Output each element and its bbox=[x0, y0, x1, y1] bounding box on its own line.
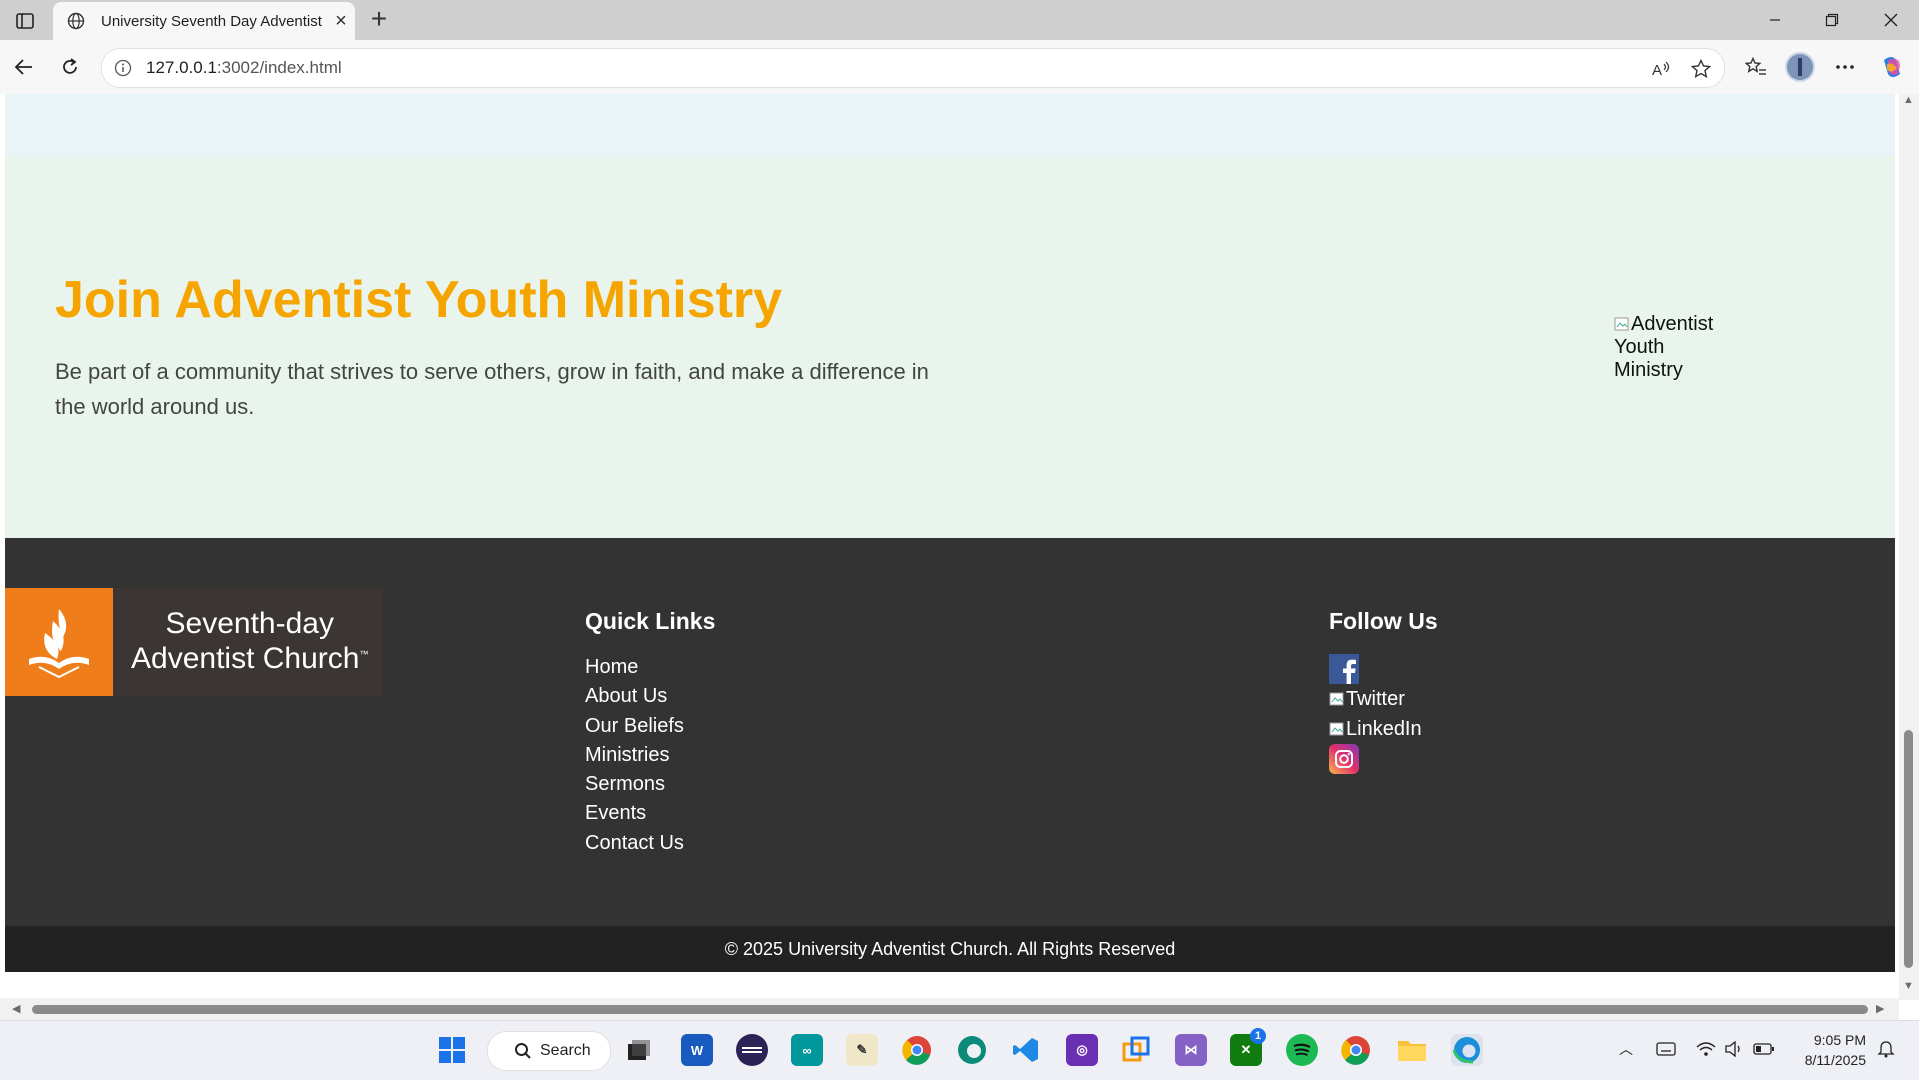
xbox-icon[interactable]: ✕ 1 bbox=[1230, 1028, 1266, 1066]
file-explorer-icon[interactable] bbox=[1396, 1034, 1428, 1066]
favorites-icon[interactable] bbox=[1741, 52, 1771, 82]
favorite-star-icon[interactable] bbox=[1688, 56, 1714, 82]
vscode-icon[interactable] bbox=[1010, 1034, 1042, 1066]
quick-link-home[interactable]: Home bbox=[585, 653, 684, 682]
proton-icon[interactable]: ◎ bbox=[1066, 1034, 1098, 1066]
profile-avatar[interactable] bbox=[1785, 52, 1815, 82]
copilot-icon[interactable] bbox=[1877, 52, 1907, 82]
page-content: Join Adventist Youth Ministry Be part of… bbox=[5, 94, 1895, 992]
taskbar-search-label: Search bbox=[540, 1042, 591, 1059]
scroll-right-arrow-icon[interactable]: ▶ bbox=[1876, 1002, 1884, 1015]
keyboard-icon[interactable] bbox=[1654, 1037, 1678, 1061]
address-bar[interactable]: 127.0.0.1:3002/index.html A bbox=[101, 48, 1725, 88]
quick-link-ministries[interactable]: Ministries bbox=[585, 741, 684, 770]
visual-studio-icon[interactable]: ⋈ bbox=[1175, 1034, 1207, 1066]
previous-section-bottom bbox=[5, 94, 1895, 156]
tab-title: University Seventh Day Adventist Church bbox=[101, 12, 323, 30]
windows-start-icon[interactable] bbox=[436, 1034, 468, 1066]
vertical-scroll-thumb[interactable] bbox=[1904, 730, 1913, 968]
broken-image-icon bbox=[1329, 722, 1344, 736]
instagram-link[interactable] bbox=[1329, 744, 1422, 774]
linkedin-link[interactable]: LinkedIn bbox=[1329, 714, 1422, 744]
youth-ministry-section: Join Adventist Youth Ministry Be part of… bbox=[5, 156, 1895, 538]
copyright-text: © 2025 University Adventist Church. All … bbox=[724, 939, 1176, 959]
eclipse-icon[interactable] bbox=[736, 1034, 768, 1066]
sda-logo[interactable]: Seventh-day Adventist Church™ bbox=[5, 588, 383, 696]
info-icon[interactable] bbox=[112, 57, 134, 79]
horizontal-scroll-thumb[interactable] bbox=[32, 1005, 1868, 1014]
twitter-alt-text: Twitter bbox=[1346, 687, 1405, 710]
linkedin-alt-text: LinkedIn bbox=[1346, 717, 1422, 740]
taskbar-search[interactable]: Search bbox=[487, 1031, 611, 1071]
quick-link-our-beliefs[interactable]: Our Beliefs bbox=[585, 712, 684, 741]
facebook-link[interactable] bbox=[1329, 654, 1422, 684]
clock-time: 9:05 PM bbox=[1813, 1032, 1866, 1048]
url-text: 127.0.0.1:3002/index.html bbox=[146, 58, 342, 77]
edge-dev-icon[interactable] bbox=[956, 1034, 988, 1066]
facebook-icon bbox=[1329, 654, 1359, 684]
follow-us-heading: Follow Us bbox=[1329, 608, 1438, 634]
sda-flame-bible-icon bbox=[5, 588, 113, 696]
minimize-icon[interactable] bbox=[1746, 0, 1803, 40]
arduino-icon[interactable]: ∞ bbox=[791, 1034, 823, 1066]
quick-link-events[interactable]: Events bbox=[585, 799, 684, 828]
scroll-down-arrow-icon[interactable]: ▼ bbox=[1903, 980, 1914, 992]
battery-icon[interactable] bbox=[1752, 1037, 1776, 1061]
read-aloud-icon[interactable]: A bbox=[1648, 56, 1674, 82]
plus-icon[interactable]: + bbox=[364, 4, 394, 34]
broken-image-icon bbox=[1329, 692, 1344, 706]
copyright-bar: © 2025 University Adventist Church. All … bbox=[5, 926, 1895, 972]
search-icon bbox=[515, 1043, 531, 1059]
volume-icon[interactable] bbox=[1722, 1037, 1746, 1061]
sda-logo-text: Seventh-day Adventist Church™ bbox=[131, 607, 369, 675]
site-footer: Seventh-day Adventist Church™ Quick Link… bbox=[5, 538, 1895, 926]
window-close-icon[interactable] bbox=[1862, 0, 1919, 40]
restore-icon[interactable] bbox=[1803, 0, 1860, 40]
instagram-icon bbox=[1329, 744, 1359, 774]
close-icon[interactable]: × bbox=[331, 10, 351, 33]
svg-text:A: A bbox=[1652, 62, 1662, 78]
youth-ministry-description: Be part of a community that strives to s… bbox=[55, 359, 929, 419]
windows-tool-icon[interactable] bbox=[1120, 1034, 1152, 1066]
browser-tab-bar: University Seventh Day Adventist Church … bbox=[0, 0, 1919, 40]
globe-icon bbox=[65, 10, 87, 32]
youth-ministry-title: Join Adventist Youth Ministry bbox=[55, 271, 783, 329]
broken-image-icon bbox=[1614, 317, 1629, 331]
clock-date: 8/11/2025 bbox=[1804, 1052, 1866, 1068]
chevron-up-icon[interactable]: ︿ bbox=[1614, 1037, 1638, 1061]
chrome-icon[interactable] bbox=[901, 1034, 933, 1066]
edge-icon[interactable] bbox=[1451, 1034, 1483, 1066]
more-icon[interactable] bbox=[1830, 52, 1860, 82]
taskbar-clock[interactable]: 9:05 PM 8/11/2025 bbox=[1788, 1030, 1866, 1070]
quick-links-heading: Quick Links bbox=[585, 608, 716, 634]
social-links: Twitter LinkedIn bbox=[1329, 654, 1422, 774]
quick-link-about-us[interactable]: About Us bbox=[585, 682, 684, 711]
wifi-icon[interactable] bbox=[1694, 1037, 1718, 1061]
task-view-icon[interactable] bbox=[623, 1034, 655, 1066]
back-icon[interactable] bbox=[7, 50, 41, 84]
twitter-link[interactable]: Twitter bbox=[1329, 684, 1422, 714]
chrome-profile-icon[interactable] bbox=[1340, 1034, 1372, 1066]
page-viewport: Join Adventist Youth Ministry Be part of… bbox=[0, 94, 1919, 1020]
quick-link-contact-us[interactable]: Contact Us bbox=[585, 829, 684, 858]
word-icon[interactable]: W bbox=[681, 1034, 713, 1066]
notification-bell-icon[interactable] bbox=[1874, 1037, 1898, 1061]
refresh-icon[interactable] bbox=[53, 50, 87, 84]
quick-link-sermons[interactable]: Sermons bbox=[585, 770, 684, 799]
browser-tab[interactable]: University Seventh Day Adventist Church … bbox=[53, 2, 355, 40]
tab-actions-icon[interactable] bbox=[10, 8, 40, 34]
windows-taskbar: Search W ∞ ✎ ◎ ⋈ ✕ 1 ︿ 9:05 PM 8/11/2025 bbox=[0, 1020, 1919, 1080]
horizontal-scrollbar[interactable]: ◀ ▶ bbox=[0, 998, 1899, 1020]
quick-links-list: Home About Us Our Beliefs Ministries Ser… bbox=[585, 653, 684, 858]
scroll-up-arrow-icon[interactable]: ▲ bbox=[1903, 94, 1914, 106]
spotify-icon[interactable] bbox=[1286, 1034, 1318, 1066]
scroll-left-arrow-icon[interactable]: ◀ bbox=[12, 1002, 20, 1015]
git-tool-icon[interactable]: ✎ bbox=[846, 1034, 878, 1066]
vertical-scrollbar[interactable]: ▲ ▼ bbox=[1899, 94, 1919, 1000]
youth-ministry-image: Adventist Youth Ministry bbox=[1614, 313, 1714, 381]
browser-toolbar: 127.0.0.1:3002/index.html A bbox=[0, 40, 1919, 94]
xbox-badge: 1 bbox=[1250, 1028, 1266, 1044]
